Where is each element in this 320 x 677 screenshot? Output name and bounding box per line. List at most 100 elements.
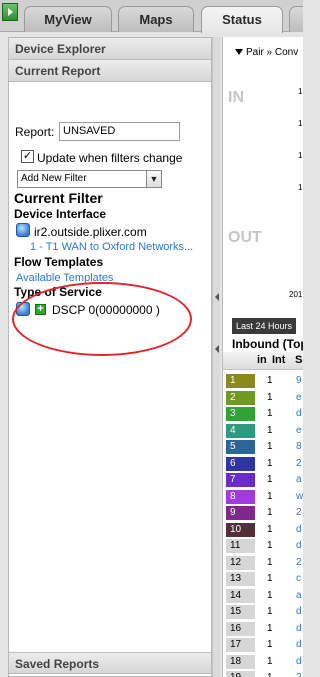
source-link-cell[interactable]: d — [296, 622, 302, 636]
rank-color-cell: 2 — [226, 390, 255, 405]
rank-color-cell: 9 — [226, 506, 255, 520]
pair-dropdown[interactable]: Pair » Conv — [235, 47, 298, 58]
source-link-cell[interactable]: a — [296, 589, 302, 603]
column-header-source[interactable]: Sc — [295, 354, 303, 366]
update-filters-label: Update when filters change — [37, 151, 183, 165]
interface-count-cell: 1 — [267, 589, 273, 601]
tab-overflow[interactable] — [289, 6, 303, 32]
table-row[interactable]: 17 1 d — [223, 637, 303, 654]
add-filter-select-value: Add New Filter — [21, 173, 87, 184]
panel-splitter[interactable] — [212, 37, 220, 677]
table-row[interactable]: 7 1 a — [223, 472, 303, 489]
source-link-cell[interactable]: d — [296, 605, 302, 619]
table-row[interactable]: 16 1 d — [223, 621, 303, 638]
report-name-input[interactable]: UNSAVED — [59, 122, 180, 141]
source-link-cell[interactable]: 9 — [296, 374, 302, 388]
source-link-cell[interactable]: d — [296, 655, 302, 669]
rank-color-cell: 4 — [226, 423, 255, 438]
inbound-graph-label: IN — [228, 89, 244, 106]
add-filter-select[interactable]: Add New Filter ▼ — [17, 170, 162, 188]
source-link-cell[interactable]: e — [296, 391, 302, 405]
source-link-cell[interactable]: d — [296, 539, 302, 553]
interface-count-cell: 1 — [267, 391, 273, 403]
device-interface-heading: Device Interface — [14, 207, 107, 221]
caret-down-icon — [235, 49, 243, 55]
rank-color-cell: 18 — [226, 654, 255, 669]
source-link-cell[interactable]: d — [296, 407, 302, 421]
rank-color-cell: 7 — [226, 473, 255, 487]
table-row[interactable]: 41 e — [223, 423, 303, 440]
interface-count-cell: 1 — [267, 375, 273, 386]
rank-color-cell: 16 — [226, 621, 255, 636]
table-row[interactable]: 12 1 2 — [223, 555, 303, 572]
tab-myview[interactable]: MyView — [24, 6, 112, 32]
source-link-cell[interactable]: 2 — [296, 556, 302, 570]
rank-color-cell: 10 — [226, 522, 255, 537]
time-range-tab[interactable]: Last 24 Hours — [232, 318, 296, 334]
source-link-cell[interactable]: 2 — [296, 506, 302, 520]
update-filters-checkbox[interactable]: ✓ — [21, 150, 34, 163]
table-row[interactable]: 14 1 a — [223, 588, 303, 605]
table-row[interactable]: 61 2 — [223, 456, 303, 473]
table-row[interactable]: 5 1 8 — [223, 439, 303, 456]
table-row[interactable]: 13 1 c — [223, 571, 303, 588]
source-link-cell[interactable]: 2 — [296, 457, 302, 471]
table-row[interactable]: 3 1 d — [223, 406, 303, 423]
table-row[interactable]: 9 1 2 — [223, 505, 303, 522]
tab-maps[interactable]: Maps — [118, 6, 194, 32]
source-link-cell[interactable]: w — [296, 490, 303, 504]
rank-color-cell: 6 — [226, 456, 255, 471]
tab-status[interactable]: Status — [201, 6, 283, 33]
column-header-in[interactable]: in — [257, 354, 267, 366]
rank-color-cell: 3 — [226, 407, 255, 421]
interface-count-cell: 1 — [267, 540, 273, 551]
interface-count-cell: 1 — [267, 507, 273, 518]
outbound-graph-label: OUT — [228, 229, 262, 246]
source-link-cell[interactable]: 8 — [296, 440, 302, 454]
collapse-left-icon[interactable] — [215, 293, 219, 301]
table-row[interactable]: 11 1 d — [223, 538, 303, 555]
report-panel: Pair » Conv IN 1 1 1 1 OUT 201 Last 24 H… — [222, 37, 303, 677]
interface-count-cell: 1 — [267, 622, 273, 634]
table-row[interactable]: 1 1 9 — [223, 373, 303, 390]
interface-count-cell: 1 — [267, 556, 273, 568]
app-logo-icon[interactable] — [2, 3, 18, 21]
source-link-cell[interactable]: e — [296, 424, 302, 438]
interface-count-cell: 1 — [267, 490, 273, 502]
rank-color-cell: 15 — [226, 605, 255, 619]
source-link-cell[interactable]: c — [296, 572, 301, 586]
source-link-cell[interactable]: d — [296, 638, 302, 652]
saved-reports-header[interactable]: Saved Reports — [9, 652, 211, 674]
table-row[interactable]: 21 e — [223, 390, 303, 407]
rank-color-cell: 19 — [226, 671, 255, 677]
interface-count-cell: 1 — [267, 655, 273, 667]
y-axis-tick: 1 — [298, 119, 303, 128]
chevron-down-icon[interactable]: ▼ — [146, 171, 161, 187]
top-tab-bar: MyView Maps Status — [0, 0, 303, 33]
interface-count-cell: 1 — [267, 474, 273, 485]
table-row[interactable]: 10 1 d — [223, 522, 303, 539]
column-header-int[interactable]: Int — [272, 354, 285, 366]
x-axis-year: 201 — [289, 290, 303, 299]
device-interface-link[interactable]: 1 - T1 WAN to Oxford Networks... — [30, 241, 193, 253]
source-link-cell[interactable]: 2 — [296, 671, 302, 677]
current-report-header[interactable]: Current Report — [9, 60, 211, 82]
table-row[interactable]: 81 w — [223, 489, 303, 506]
interface-count-cell: 1 — [267, 523, 273, 535]
source-link-cell[interactable]: a — [296, 473, 302, 487]
interface-count-cell: 1 — [267, 457, 273, 469]
interface-count-cell: 1 — [267, 606, 273, 617]
pair-dropdown-label: Pair » Conv — [246, 47, 299, 58]
device-database-icon — [16, 223, 30, 237]
y-axis-tick: 1 — [298, 87, 303, 96]
left-panel: Device Explorer Current Report Report: U… — [8, 37, 212, 677]
table-row[interactable]: 15 1 d — [223, 604, 303, 621]
flow-templates-heading: Flow Templates — [14, 255, 104, 269]
table-row[interactable]: 18 1 d — [223, 654, 303, 671]
table-row[interactable]: 1912 — [223, 670, 303, 677]
source-link-cell[interactable]: d — [296, 523, 302, 537]
y-axis-tick: 1 — [298, 183, 303, 192]
interface-count-cell: 1 — [267, 573, 273, 584]
device-explorer-header[interactable]: Device Explorer — [9, 38, 211, 60]
collapse-left-icon[interactable] — [215, 345, 219, 353]
